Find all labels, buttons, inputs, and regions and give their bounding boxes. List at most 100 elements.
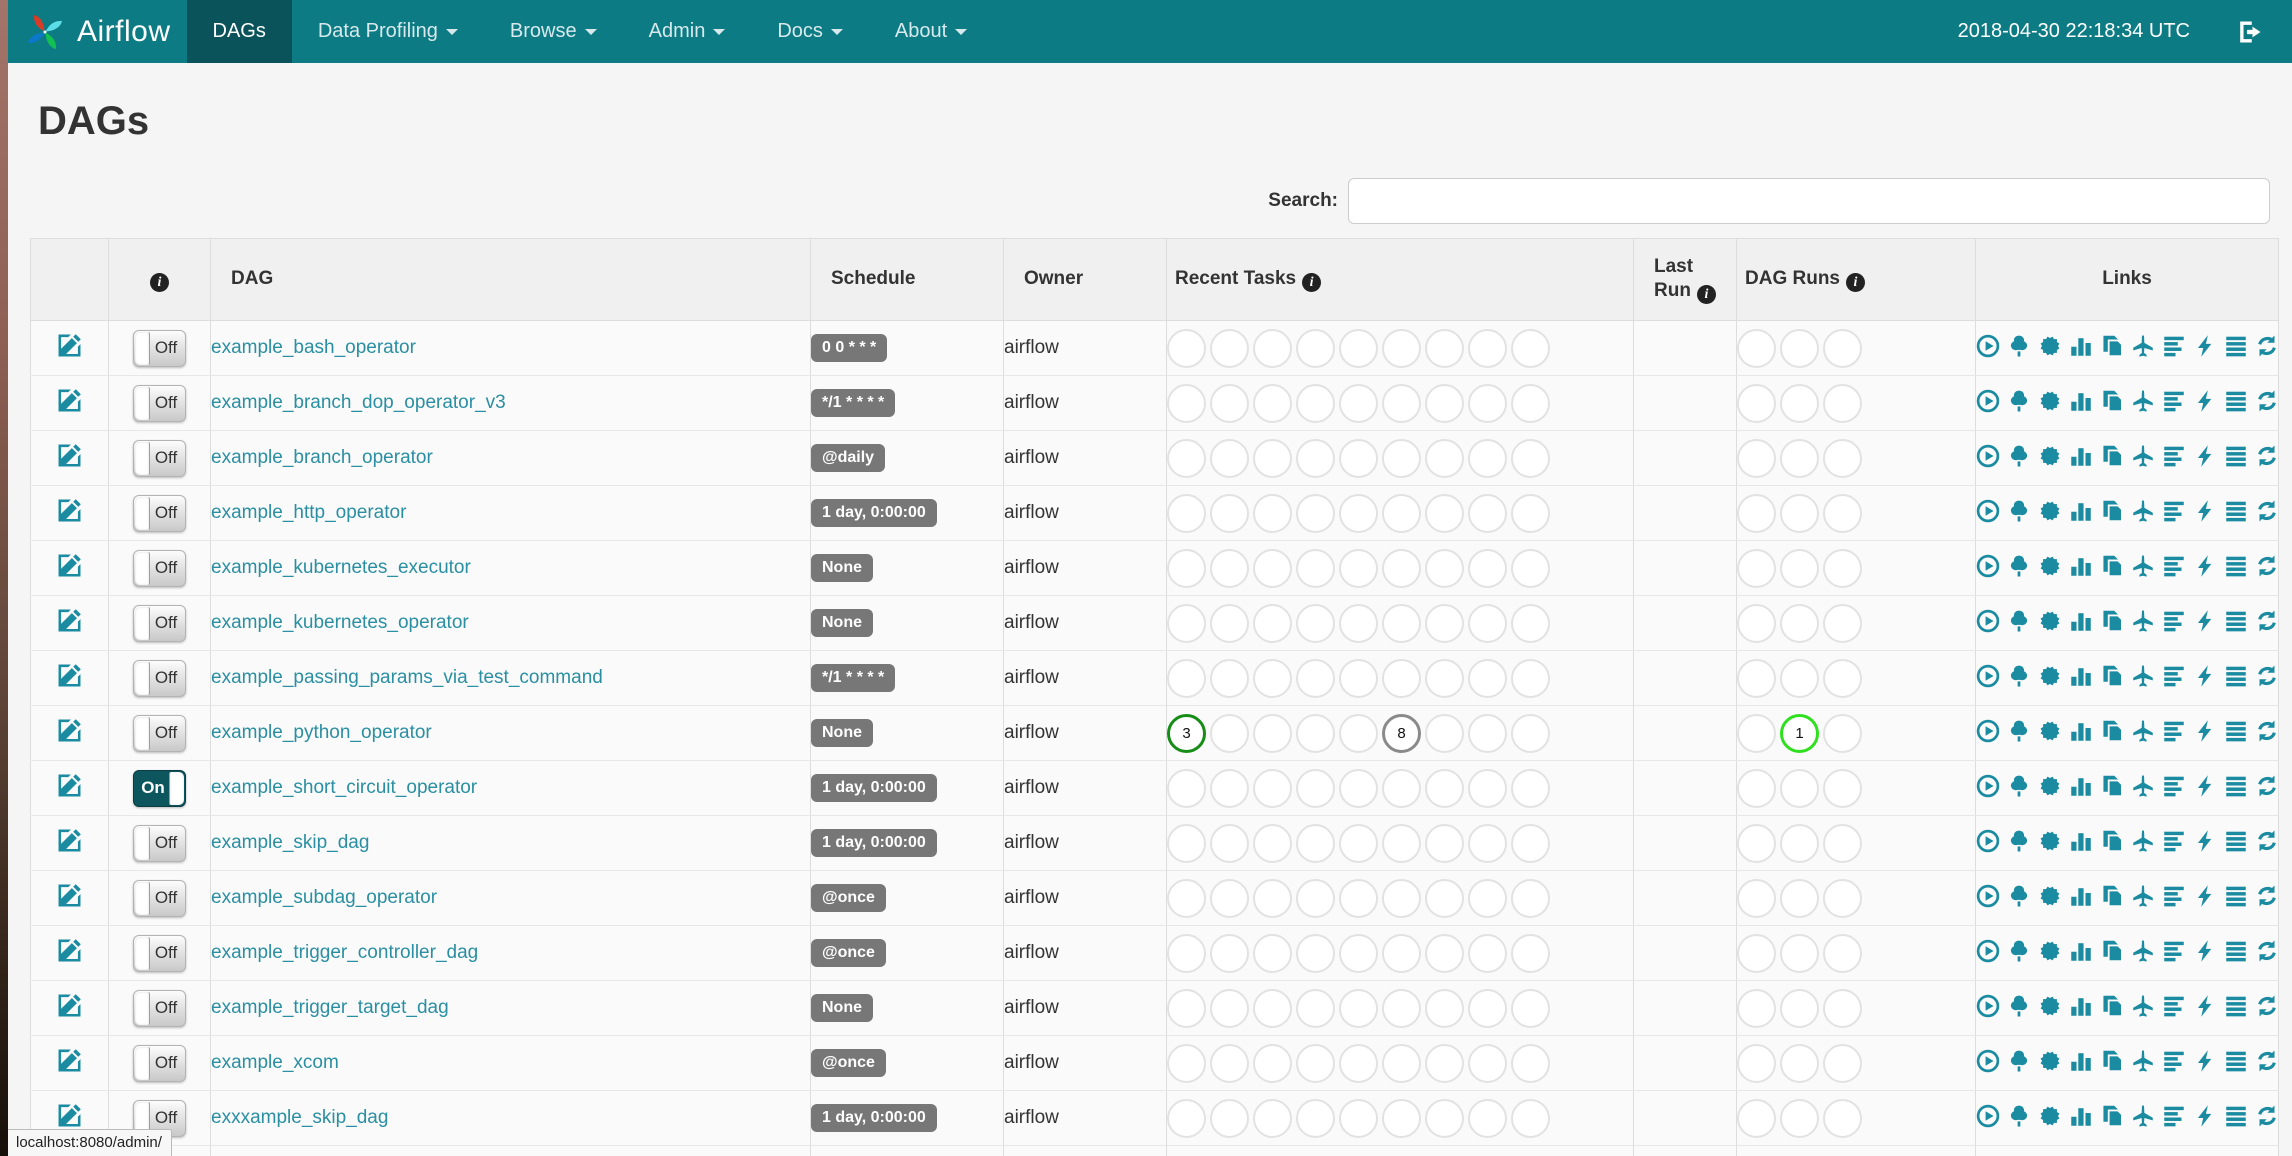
gantt-icon[interactable] — [2162, 554, 2186, 578]
graph-view-icon[interactable] — [2038, 1104, 2062, 1128]
task-duration-icon[interactable] — [2069, 774, 2093, 798]
refresh-icon[interactable] — [2255, 774, 2279, 798]
graph-view-icon[interactable] — [2038, 389, 2062, 413]
graph-view-icon[interactable] — [2038, 774, 2062, 798]
dag-details-icon[interactable] — [2224, 389, 2248, 413]
gantt-icon[interactable] — [2162, 664, 2186, 688]
tree-view-icon[interactable] — [2007, 609, 2031, 633]
task-duration-icon[interactable] — [2069, 554, 2093, 578]
tree-view-icon[interactable] — [2007, 444, 2031, 468]
edit-dag-icon[interactable] — [56, 552, 83, 579]
task-state-circle[interactable]: 8 — [1382, 713, 1421, 753]
graph-view-icon[interactable] — [2038, 939, 2062, 963]
dag-pause-toggle[interactable]: Off — [133, 439, 186, 477]
graph-view-icon[interactable] — [2038, 499, 2062, 523]
edit-dag-icon[interactable] — [56, 442, 83, 469]
dag-pause-toggle[interactable]: Off — [133, 659, 186, 697]
task-tries-icon[interactable] — [2100, 554, 2124, 578]
nav-item-dags[interactable]: DAGs — [186, 0, 292, 63]
gantt-icon[interactable] — [2162, 1104, 2186, 1128]
task-duration-icon[interactable] — [2069, 884, 2093, 908]
edit-dag-icon[interactable] — [56, 1102, 83, 1129]
dag-details-icon[interactable] — [2224, 829, 2248, 853]
dag-details-icon[interactable] — [2224, 554, 2248, 578]
nav-item-docs[interactable]: Docs — [751, 0, 869, 63]
trigger-dag-icon[interactable] — [1976, 939, 2000, 963]
code-view-icon[interactable] — [2193, 609, 2217, 633]
task-duration-icon[interactable] — [2069, 609, 2093, 633]
graph-view-icon[interactable] — [2038, 444, 2062, 468]
trigger-dag-icon[interactable] — [1976, 994, 2000, 1018]
landing-times-icon[interactable] — [2131, 939, 2155, 963]
trigger-dag-icon[interactable] — [1976, 1104, 2000, 1128]
tree-view-icon[interactable] — [2007, 719, 2031, 743]
task-duration-icon[interactable] — [2069, 389, 2093, 413]
landing-times-icon[interactable] — [2131, 609, 2155, 633]
task-tries-icon[interactable] — [2100, 444, 2124, 468]
code-view-icon[interactable] — [2193, 389, 2217, 413]
graph-view-icon[interactable] — [2038, 829, 2062, 853]
code-view-icon[interactable] — [2193, 554, 2217, 578]
gantt-icon[interactable] — [2162, 1049, 2186, 1073]
tree-view-icon[interactable] — [2007, 554, 2031, 578]
dag-details-icon[interactable] — [2224, 1049, 2248, 1073]
dag-details-icon[interactable] — [2224, 994, 2248, 1018]
dag-pause-toggle[interactable]: Off — [133, 494, 186, 532]
code-view-icon[interactable] — [2193, 994, 2217, 1018]
dag-link[interactable]: exxxample_skip_dag — [211, 1107, 388, 1128]
airflow-brand[interactable]: Airflow — [8, 0, 187, 63]
dag-pause-toggle[interactable]: Off — [133, 989, 186, 1027]
dag-details-icon[interactable] — [2224, 884, 2248, 908]
dag-link[interactable]: example_http_operator — [211, 502, 406, 523]
gantt-icon[interactable] — [2162, 609, 2186, 633]
code-view-icon[interactable] — [2193, 719, 2217, 743]
tree-view-icon[interactable] — [2007, 994, 2031, 1018]
graph-view-icon[interactable] — [2038, 554, 2062, 578]
dag-pause-toggle[interactable]: Off — [133, 879, 186, 917]
trigger-dag-icon[interactable] — [1976, 444, 2000, 468]
trigger-dag-icon[interactable] — [1976, 719, 2000, 743]
tree-view-icon[interactable] — [2007, 664, 2031, 688]
trigger-dag-icon[interactable] — [1976, 774, 2000, 798]
dag-details-icon[interactable] — [2224, 939, 2248, 963]
task-tries-icon[interactable] — [2100, 719, 2124, 743]
trigger-dag-icon[interactable] — [1976, 389, 2000, 413]
dag-pause-toggle[interactable]: Off — [133, 384, 186, 422]
dag-link[interactable]: example_branch_operator — [211, 447, 433, 468]
tree-view-icon[interactable] — [2007, 1104, 2031, 1128]
tree-view-icon[interactable] — [2007, 1049, 2031, 1073]
landing-times-icon[interactable] — [2131, 829, 2155, 853]
landing-times-icon[interactable] — [2131, 554, 2155, 578]
refresh-icon[interactable] — [2255, 334, 2279, 358]
gantt-icon[interactable] — [2162, 774, 2186, 798]
landing-times-icon[interactable] — [2131, 334, 2155, 358]
edit-dag-icon[interactable] — [56, 882, 83, 909]
dag-pause-toggle[interactable]: Off — [133, 549, 186, 587]
dag-link[interactable]: example_trigger_target_dag — [211, 997, 449, 1018]
edit-dag-icon[interactable] — [56, 1047, 83, 1074]
dag-link[interactable]: example_python_operator — [211, 722, 432, 743]
task-tries-icon[interactable] — [2100, 609, 2124, 633]
code-view-icon[interactable] — [2193, 939, 2217, 963]
gantt-icon[interactable] — [2162, 884, 2186, 908]
trigger-dag-icon[interactable] — [1976, 884, 2000, 908]
dag-pause-toggle[interactable]: Off — [133, 604, 186, 642]
tree-view-icon[interactable] — [2007, 499, 2031, 523]
refresh-icon[interactable] — [2255, 1104, 2279, 1128]
dag-pause-toggle[interactable]: On — [133, 769, 186, 807]
edit-dag-icon[interactable] — [56, 497, 83, 524]
dag-link[interactable]: example_bash_operator — [211, 337, 416, 358]
tree-view-icon[interactable] — [2007, 774, 2031, 798]
landing-times-icon[interactable] — [2131, 994, 2155, 1018]
dag-details-icon[interactable] — [2224, 664, 2248, 688]
dag-details-icon[interactable] — [2224, 334, 2248, 358]
code-view-icon[interactable] — [2193, 334, 2217, 358]
task-tries-icon[interactable] — [2100, 334, 2124, 358]
task-state-circle[interactable]: 1 — [1780, 713, 1819, 753]
dag-link[interactable]: example_short_circuit_operator — [211, 777, 477, 798]
code-view-icon[interactable] — [2193, 1104, 2217, 1128]
landing-times-icon[interactable] — [2131, 884, 2155, 908]
code-view-icon[interactable] — [2193, 499, 2217, 523]
task-duration-icon[interactable] — [2069, 664, 2093, 688]
task-tries-icon[interactable] — [2100, 774, 2124, 798]
